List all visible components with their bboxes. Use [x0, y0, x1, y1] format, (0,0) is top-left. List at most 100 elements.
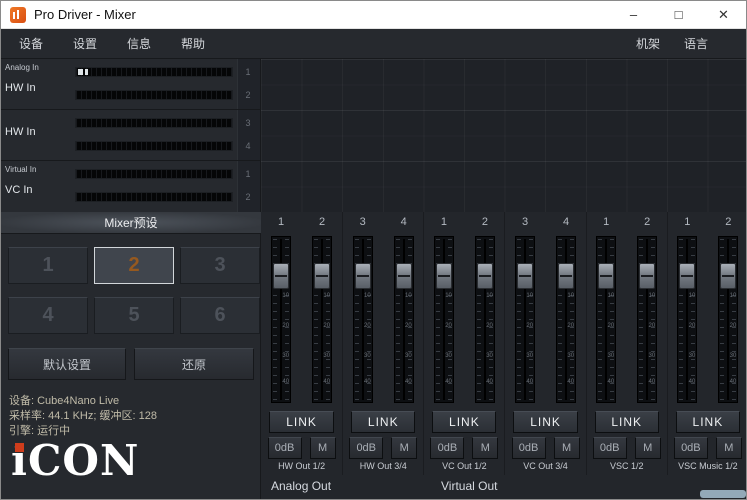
input-group-analog: Analog In HW In 1 2 — [1, 59, 260, 110]
minimize-button[interactable]: – — [611, 1, 656, 28]
strip-buttons: 0dB M — [505, 437, 585, 459]
fader-scale: 10203040 — [564, 237, 575, 402]
meter-segment — [78, 69, 83, 75]
input-group-sublabel: Analog In — [5, 63, 39, 72]
fader-scale: 10203040 — [604, 237, 615, 402]
fader-left[interactable]: 10203040 — [353, 236, 373, 403]
fader-left[interactable]: 10203040 — [515, 236, 535, 403]
strip-buttons: 0dB M — [343, 437, 423, 459]
preset-button-3[interactable]: 3 — [180, 247, 260, 284]
fader-handle[interactable] — [436, 263, 452, 289]
mute-button[interactable]: M — [391, 437, 417, 459]
maximize-button[interactable]: □ — [656, 1, 701, 28]
fader-handle[interactable] — [273, 263, 289, 289]
menu-item-device[interactable]: 设备 — [19, 35, 43, 52]
preset-button-5[interactable]: 5 — [94, 297, 174, 334]
fader-scale: 10203040 — [726, 237, 737, 402]
fader-handle[interactable] — [314, 263, 330, 289]
level-meter — [75, 67, 233, 77]
fader-scale: 10203040 — [442, 237, 453, 402]
gain-0db-button[interactable]: 0dB — [593, 437, 627, 459]
channel-number: 4 — [394, 216, 414, 228]
logo-text: iCON — [11, 436, 139, 485]
channel-numbers: 1 2 — [587, 212, 667, 232]
horizontal-scrollbar-thumb[interactable] — [700, 490, 746, 498]
channel-number: 1 — [271, 216, 291, 228]
channel-strip-hw-out-34: 3 4 10203040 10203040 LINK — [342, 212, 423, 475]
fader-handle[interactable] — [720, 263, 736, 289]
mute-button[interactable]: M — [554, 437, 580, 459]
fader-right[interactable]: 10203040 — [556, 236, 576, 403]
fader-handle[interactable] — [477, 263, 493, 289]
input-meters-panel: Analog In HW In 1 2 HW In 3 4 Virtual In… — [1, 59, 261, 212]
mixer-output-area: 1 2 10203040 10203040 LINK — [261, 212, 747, 500]
channel-strip-vsc-12: 1 2 10203040 10203040 LINK — [586, 212, 667, 475]
link-button[interactable]: LINK — [513, 411, 577, 433]
channel-number: 1 — [434, 216, 454, 228]
menu-item-info[interactable]: 信息 — [127, 35, 151, 52]
link-button[interactable]: LINK — [269, 411, 334, 433]
restore-button[interactable]: 还原 — [134, 348, 254, 380]
input-channel-number: 3 — [241, 118, 255, 128]
fader-handle[interactable] — [639, 263, 655, 289]
preset-button-4[interactable]: 4 — [8, 297, 88, 334]
preset-panel: 1 2 3 4 5 6 默认设置 还原 设备: Cube4Nano Live 采… — [1, 234, 261, 500]
fader-handle[interactable] — [517, 263, 533, 289]
strip-label: HW Out 1/2 — [261, 461, 342, 475]
fader-scale: 10203040 — [523, 237, 534, 402]
channel-number: 1 — [677, 216, 697, 228]
fader-left[interactable]: 10203040 — [677, 236, 697, 403]
mute-button[interactable]: M — [635, 437, 661, 459]
preset-button-6[interactable]: 6 — [180, 297, 260, 334]
link-button[interactable]: LINK — [432, 411, 496, 433]
menu-item-rack[interactable]: 机架 — [636, 35, 660, 52]
menu-item-settings[interactable]: 设置 — [73, 35, 97, 52]
menu-item-help[interactable]: 帮助 — [181, 35, 205, 52]
window-title: Pro Driver - Mixer — [34, 7, 136, 22]
strip-buttons: 0dB M — [668, 437, 747, 459]
input-channel-number: 2 — [241, 90, 255, 100]
fader-right[interactable]: 10203040 — [637, 236, 657, 403]
channel-number: 2 — [718, 216, 738, 228]
channel-numbers: 3 4 — [505, 212, 585, 232]
gain-0db-button[interactable]: 0dB — [674, 437, 708, 459]
fader-scale: 10203040 — [402, 237, 413, 402]
strip-buttons: 0dB M — [424, 437, 504, 459]
fader-handle[interactable] — [396, 263, 412, 289]
menu-item-language[interactable]: 语言 — [684, 35, 708, 52]
fader-right[interactable]: 10203040 — [718, 236, 738, 403]
link-button[interactable]: LINK — [676, 411, 740, 433]
fader-right[interactable]: 10203040 — [475, 236, 495, 403]
input-group-label: VC In — [5, 184, 33, 196]
status-samplerate: 采样率: 44.1 KHz; 缓冲区: 128 — [9, 409, 157, 424]
preset-button-1[interactable]: 1 — [8, 247, 88, 284]
gain-0db-button[interactable]: 0dB — [430, 437, 464, 459]
fader-left[interactable]: 10203040 — [434, 236, 454, 403]
fader-handle[interactable] — [598, 263, 614, 289]
channel-strips: 1 2 10203040 10203040 LINK — [261, 212, 747, 475]
mute-button[interactable]: M — [472, 437, 498, 459]
preset-button-2-active[interactable]: 2 — [94, 247, 174, 284]
default-settings-button[interactable]: 默认设置 — [8, 348, 126, 380]
fader-left[interactable]: 10203040 — [596, 236, 616, 403]
link-button[interactable]: LINK — [595, 411, 659, 433]
analog-out-label: Analog Out — [271, 479, 331, 493]
fader-right[interactable]: 10203040 — [394, 236, 414, 403]
mute-button[interactable]: M — [310, 437, 336, 459]
fader-handle[interactable] — [679, 263, 695, 289]
fader-handle[interactable] — [355, 263, 371, 289]
fader-pair: 10203040 10203040 — [668, 232, 747, 409]
fader-pair: 10203040 10203040 — [424, 232, 504, 409]
fader-right[interactable]: 10203040 — [312, 236, 332, 403]
logo-dot — [15, 443, 24, 452]
fader-handle[interactable] — [558, 263, 574, 289]
mute-button[interactable]: M — [716, 437, 742, 459]
gain-0db-button[interactable]: 0dB — [268, 437, 302, 459]
gain-0db-button[interactable]: 0dB — [512, 437, 546, 459]
close-button[interactable]: ✕ — [701, 1, 746, 28]
channel-numbers: 1 2 — [668, 212, 747, 232]
gain-0db-button[interactable]: 0dB — [349, 437, 383, 459]
channel-strip-vc-out-12: 1 2 10203040 10203040 LINK — [423, 212, 504, 475]
fader-left[interactable]: 10203040 — [271, 236, 291, 403]
link-button[interactable]: LINK — [351, 411, 415, 433]
